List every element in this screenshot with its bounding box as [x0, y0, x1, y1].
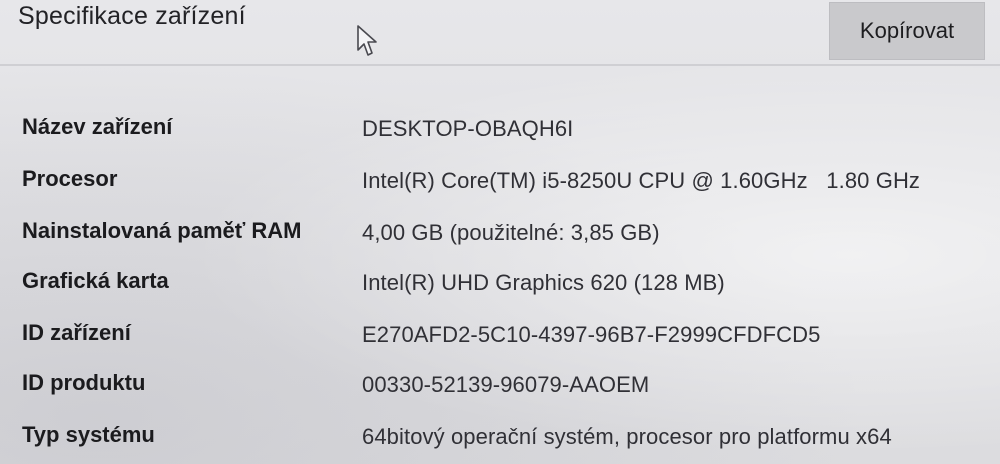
spec-value: Intel(R) UHD Graphics 620 (128 MB) [362, 270, 725, 295]
spec-row-device-name: Název zařízení DESKTOP-OBAQH6I [0, 114, 1000, 154]
spec-label: ID produktu [22, 370, 146, 395]
spec-label: Typ systému [22, 422, 155, 447]
spec-label: Název zařízení [22, 114, 173, 139]
spec-row-device-id: ID zařízení E270AFD2-5C10-4397-96B7-F299… [0, 320, 1000, 360]
section-header: Specifikace zařízení Kopírovat [0, 0, 1000, 66]
mouse-pointer-icon [357, 25, 377, 56]
divider [0, 64, 1000, 66]
spec-row-processor: Procesor Intel(R) Core(TM) i5-8250U CPU … [0, 166, 1000, 206]
spec-value: 64bitový operační systém, procesor pro p… [362, 424, 892, 449]
spec-value: 00330-52139-96079-AAOEM [362, 372, 650, 397]
spec-value: Intel(R) Core(TM) i5-8250U CPU @ 1.60GHz… [362, 168, 921, 193]
spec-row-system-type: Typ systému 64bitový operační systém, pr… [0, 422, 1000, 462]
spec-row-graphics-card: Grafická karta Intel(R) UHD Graphics 620… [0, 268, 1000, 308]
spec-value: 4,00 GB (použitelné: 3,85 GB) [362, 220, 660, 245]
section-title: Specifikace zařízení [18, 2, 246, 30]
spec-value: E270AFD2-5C10-4397-96B7-F2999CFDFCD5 [362, 322, 821, 347]
spec-label: Grafická karta [22, 268, 169, 293]
copy-button[interactable]: Kopírovat [829, 2, 985, 60]
spec-row-installed-ram: Nainstalovaná paměť RAM 4,00 GB (použite… [0, 218, 1000, 258]
spec-label: Procesor [22, 166, 118, 191]
spec-label: Nainstalovaná paměť RAM [22, 218, 302, 243]
spec-value: DESKTOP-OBAQH6I [362, 116, 574, 141]
spec-label: ID zařízení [22, 320, 131, 345]
device-specifications-panel: Specifikace zařízení Kopírovat Název zař… [0, 0, 1000, 464]
spec-row-product-id: ID produktu 00330-52139-96079-AAOEM [0, 370, 1000, 410]
